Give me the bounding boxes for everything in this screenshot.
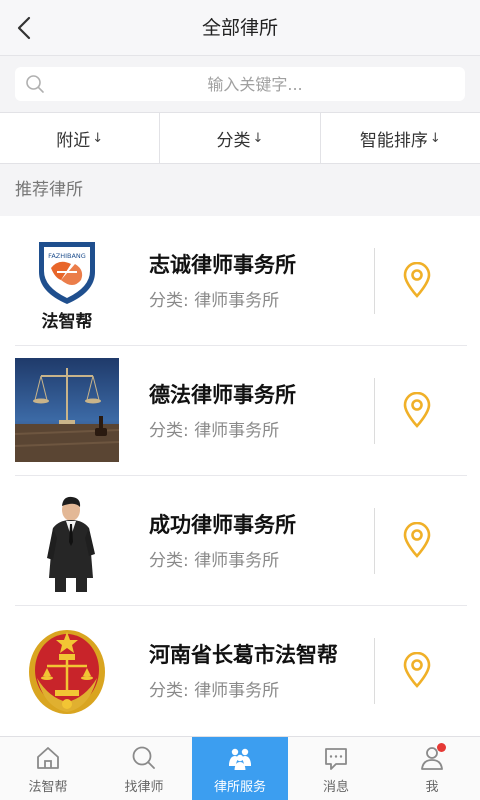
page-title: 全部律所: [201, 17, 278, 39]
filter-label: 附近: [56, 130, 91, 151]
firm-category: 分类: 律师事务所: [149, 291, 280, 311]
tab-find-lawyer[interactable]: 找律师: [96, 737, 192, 800]
sort-arrow-icon: ↓: [429, 130, 441, 146]
tab-firm-services[interactable]: 律所服务: [192, 737, 288, 800]
location-pin-icon: [403, 261, 431, 298]
tab-messages[interactable]: 消息: [288, 737, 384, 800]
top-navbar: 全部律所: [0, 0, 480, 56]
tab-label: 找律师: [124, 780, 164, 795]
tab-label: 法智帮: [28, 780, 68, 795]
filter-smart-sort[interactable]: 智能排序 ↓: [321, 113, 480, 163]
divider: [374, 248, 375, 314]
location-pin-icon: [403, 521, 431, 558]
list-item[interactable]: 德法律师事务所 分类: 律师事务所: [15, 346, 467, 476]
filter-label: 分类: [216, 130, 251, 151]
firm-category: 分类: 律师事务所: [149, 551, 280, 571]
filter-nearby[interactable]: 附近 ↓: [0, 113, 161, 163]
firm-name: 志诚律师事务所: [149, 253, 296, 277]
list-item[interactable]: 河南省长葛市法智帮 分类: 律师事务所: [15, 606, 467, 736]
sort-arrow-icon: ↓: [252, 130, 264, 146]
location-button[interactable]: [401, 261, 433, 298]
search-icon: [132, 746, 155, 769]
home-icon: [37, 747, 59, 769]
logo-text: 法智帮: [42, 311, 93, 332]
divider: [374, 378, 375, 444]
filter-bar: 附近 ↓ 分类 ↓ 智能排序 ↓: [0, 112, 480, 164]
location-button[interactable]: [401, 391, 433, 428]
list-item[interactable]: FAZHIBANG 法智帮 志诚律师事务所 分类: 律师事务所: [15, 216, 467, 346]
firm-name: 德法律师事务所: [149, 383, 296, 407]
tab-label: 律所服务: [213, 780, 266, 795]
tab-label: 消息: [322, 780, 349, 795]
lawyer-portrait: [15, 488, 119, 592]
logo-subtext: FAZHIBANG: [48, 252, 86, 260]
tab-me[interactable]: 我: [384, 737, 480, 800]
search-box[interactable]: [15, 67, 465, 101]
firm-name: 河南省长葛市法智帮: [149, 643, 338, 667]
firm-list: FAZHIBANG 法智帮 志诚律师事务所 分类: 律师事务所 德法律师事务所 …: [0, 216, 480, 736]
search-area: [0, 56, 480, 112]
tab-fazhibang[interactable]: 法智帮: [0, 737, 96, 800]
divider: [374, 508, 375, 574]
list-item[interactable]: 成功律师事务所 分类: 律师事务所: [15, 476, 467, 606]
search-input[interactable]: [55, 67, 455, 101]
court-emblem: [15, 618, 119, 722]
sort-arrow-icon: ↓: [92, 130, 104, 146]
notification-badge: [437, 743, 446, 752]
tab-label: 我: [425, 780, 439, 795]
people-icon: [229, 748, 251, 770]
bottom-tab-bar: 法智帮 找律师 律所服务 消息 我: [0, 736, 480, 800]
firm-category: 分类: 律师事务所: [149, 421, 280, 441]
location-pin-icon: [403, 651, 431, 688]
firm-category: 分类: 律师事务所: [149, 681, 280, 701]
location-button[interactable]: [401, 651, 433, 688]
divider: [374, 638, 375, 704]
filter-category[interactable]: 分类 ↓: [160, 113, 321, 163]
fazhibang-logo: FAZHIBANG 法智帮: [15, 228, 119, 332]
location-button[interactable]: [401, 521, 433, 558]
justice-scales-photo: [15, 358, 119, 462]
filter-label: 智能排序: [359, 130, 428, 151]
search-icon: [26, 75, 44, 93]
section-title: 推荐律所: [0, 164, 480, 216]
location-pin-icon: [403, 391, 431, 428]
firm-name: 成功律师事务所: [149, 513, 296, 537]
message-icon: [325, 748, 347, 770]
